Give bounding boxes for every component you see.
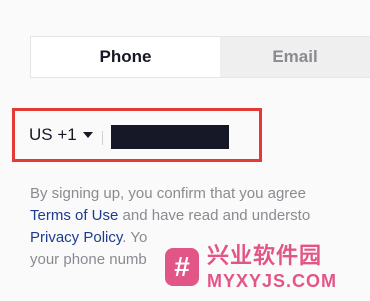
phone-number-field[interactable] xyxy=(111,125,229,149)
legal-line-1: By signing up, you confirm that you agre… xyxy=(30,185,306,202)
country-code-selector[interactable]: US +1 xyxy=(29,111,93,159)
terms-of-use-link[interactable]: Terms of Use xyxy=(30,207,118,224)
tab-phone[interactable]: Phone xyxy=(30,37,220,77)
watermark-text: 兴业软件园 MYXYJS.COM xyxy=(207,242,338,291)
tab-email[interactable]: Email xyxy=(220,37,370,77)
legal-line-3-text: . Yo xyxy=(122,229,148,246)
country-code-label: US +1 xyxy=(29,125,77,144)
watermark-logo-icon: # xyxy=(165,248,199,286)
watermark-english: MYXYJS.COM xyxy=(207,270,338,291)
chevron-down-icon xyxy=(82,132,93,138)
legal-line-2-text: and have read and understo xyxy=(118,207,311,224)
auth-method-tabs: Phone Email xyxy=(30,36,370,78)
phone-input-row: US +1 xyxy=(12,108,262,162)
legal-line-2: Terms of Use and have read and understo xyxy=(30,205,350,227)
privacy-policy-link[interactable]: Privacy Policy xyxy=(30,229,122,246)
watermark: # 兴业软件园 MYXYJS.COM xyxy=(165,240,365,294)
watermark-chinese: 兴业软件园 xyxy=(207,242,323,268)
divider xyxy=(102,131,103,145)
